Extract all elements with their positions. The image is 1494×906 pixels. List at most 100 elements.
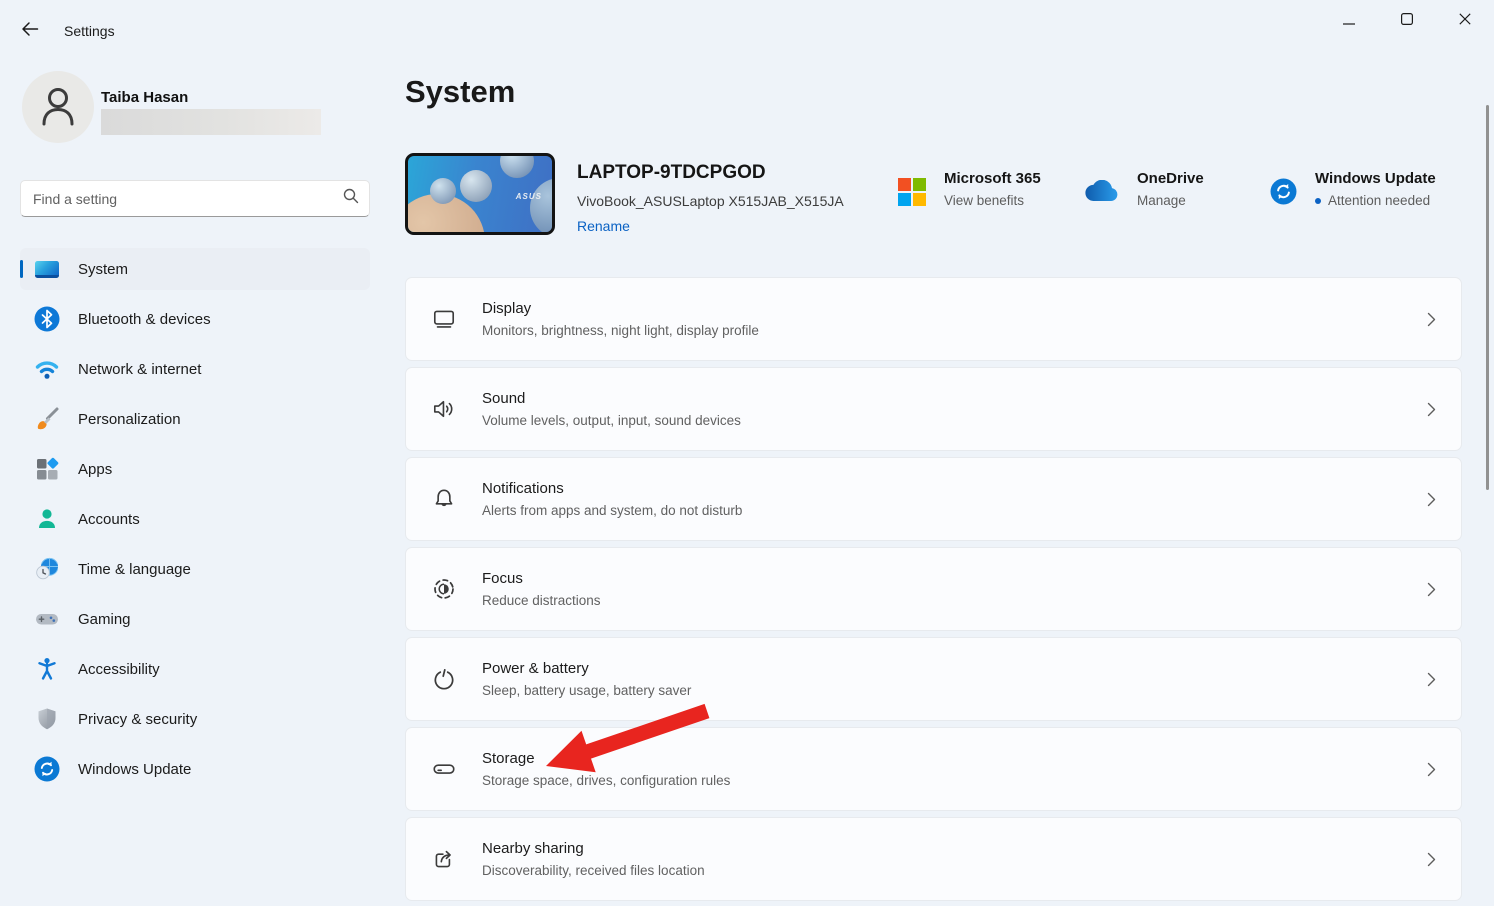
search-input[interactable] <box>33 191 343 207</box>
row-title: Storage <box>482 750 1421 767</box>
row-title: Display <box>482 300 1421 317</box>
thumbnail-bubble <box>530 178 555 235</box>
manage-link[interactable]: Manage <box>1137 193 1204 208</box>
row-title: Focus <box>482 570 1421 587</box>
row-focus[interactable]: Focus Reduce distractions <box>405 547 1462 631</box>
sidebar-item-privacy-security[interactable]: Privacy & security <box>20 698 370 740</box>
user-name: Taiba Hasan <box>101 89 188 106</box>
sidebar-item-gaming[interactable]: Gaming <box>20 598 370 640</box>
device-name: LAPTOP-9TDCPGOD <box>577 162 766 184</box>
maximize-button[interactable] <box>1378 0 1436 42</box>
quick-card-microsoft-365: Microsoft 365 View benefits <box>898 170 1041 208</box>
storage-icon <box>406 756 482 782</box>
back-arrow-icon <box>21 21 39 42</box>
privacy-security-icon <box>34 706 60 732</box>
row-subtitle: Volume levels, output, input, sound devi… <box>482 413 1421 428</box>
bluetooth-icon <box>34 306 60 332</box>
sidebar-item-bluetooth-devices[interactable]: Bluetooth & devices <box>20 298 370 340</box>
quick-card-title: OneDrive <box>1137 170 1204 187</box>
close-icon <box>1459 12 1471 30</box>
display-icon <box>406 306 482 332</box>
sidebar-item-label: Personalization <box>78 411 181 428</box>
row-nearby-sharing[interactable]: Nearby sharing Discoverability, received… <box>405 817 1462 901</box>
time-language-icon <box>34 556 60 582</box>
titlebar: Settings <box>0 0 1494 48</box>
thumbnail-bubble <box>430 178 456 204</box>
sidebar-item-accounts[interactable]: Accounts <box>20 498 370 540</box>
row-subtitle: Monitors, brightness, night light, displ… <box>482 323 1421 338</box>
row-notifications[interactable]: Notifications Alerts from apps and syste… <box>405 457 1462 541</box>
close-button[interactable] <box>1436 0 1494 42</box>
sidebar-item-windows-update[interactable]: Windows Update <box>20 748 370 790</box>
minimize-icon <box>1343 12 1355 30</box>
row-power-battery[interactable]: Power & battery Sleep, battery usage, ba… <box>405 637 1462 721</box>
back-button[interactable] <box>16 17 44 45</box>
chevron-right-icon <box>1421 852 1441 867</box>
apps-icon <box>34 456 60 482</box>
thumbnail-bubble <box>500 153 534 178</box>
gaming-icon <box>34 606 60 632</box>
row-storage[interactable]: Storage Storage space, drives, configura… <box>405 727 1462 811</box>
quick-card-title: Microsoft 365 <box>944 170 1041 187</box>
sidebar-item-label: System <box>78 261 128 278</box>
quick-card-windows-update: Windows Update Attention needed <box>1270 170 1436 210</box>
microsoft-365-logo <box>898 178 926 208</box>
system-icon <box>34 256 60 282</box>
sound-icon <box>406 396 482 422</box>
row-title: Power & battery <box>482 660 1421 677</box>
sidebar-nav: System Bluetooth & devices Network & int… <box>20 248 370 790</box>
device-thumbnail: ASUS <box>405 153 555 235</box>
sidebar-item-apps[interactable]: Apps <box>20 448 370 490</box>
windows-update-icon <box>34 756 60 782</box>
sidebar-item-label: Bluetooth & devices <box>78 311 211 328</box>
notifications-icon <box>406 486 482 512</box>
sidebar-item-network-internet[interactable]: Network & internet <box>20 348 370 390</box>
scrollbar-thumb[interactable] <box>1486 105 1489 490</box>
chevron-right-icon <box>1421 492 1441 507</box>
attention-status: Attention needed <box>1328 193 1430 208</box>
settings-rows: Display Monitors, brightness, night ligh… <box>405 277 1462 901</box>
nearby-sharing-icon <box>406 846 482 872</box>
sidebar-item-time-language[interactable]: Time & language <box>20 548 370 590</box>
row-subtitle: Sleep, battery usage, battery saver <box>482 683 1421 698</box>
focus-icon <box>406 576 482 602</box>
chevron-right-icon <box>1421 582 1441 597</box>
row-display[interactable]: Display Monitors, brightness, night ligh… <box>405 277 1462 361</box>
sidebar-item-label: Windows Update <box>78 761 191 778</box>
sidebar-item-label: Apps <box>78 461 112 478</box>
person-icon <box>38 84 78 131</box>
search-box[interactable] <box>20 180 370 217</box>
asus-logo: ASUS <box>516 192 542 201</box>
row-subtitle: Alerts from apps and system, do not dist… <box>482 503 1421 518</box>
sidebar-item-label: Accessibility <box>78 661 160 678</box>
row-subtitle: Storage space, drives, configuration rul… <box>482 773 1421 788</box>
maximize-icon <box>1401 12 1413 30</box>
power-icon <box>406 666 482 692</box>
quick-card-title: Windows Update <box>1315 170 1436 187</box>
row-title: Sound <box>482 390 1421 407</box>
minimize-button[interactable] <box>1320 0 1378 42</box>
accessibility-icon <box>34 656 60 682</box>
accounts-icon <box>34 506 60 532</box>
row-title: Notifications <box>482 480 1421 497</box>
sidebar-item-label: Gaming <box>78 611 131 628</box>
windows-update-icon <box>1270 178 1297 210</box>
sidebar-item-system[interactable]: System <box>20 248 370 290</box>
chevron-right-icon <box>1421 402 1441 417</box>
sidebar-item-personalization[interactable]: Personalization <box>20 398 370 440</box>
sidebar-item-accessibility[interactable]: Accessibility <box>20 648 370 690</box>
chevron-right-icon <box>1421 312 1441 327</box>
chevron-right-icon <box>1421 762 1441 777</box>
page-title: System <box>405 74 515 110</box>
chevron-right-icon <box>1421 672 1441 687</box>
sidebar-item-label: Privacy & security <box>78 711 197 728</box>
quick-card-onedrive: OneDrive Manage <box>1085 170 1204 208</box>
sidebar-item-label: Time & language <box>78 561 191 578</box>
row-subtitle: Reduce distractions <box>482 593 1421 608</box>
rename-link[interactable]: Rename <box>577 218 630 234</box>
row-sound[interactable]: Sound Volume levels, output, input, soun… <box>405 367 1462 451</box>
sidebar-item-label: Network & internet <box>78 361 201 378</box>
app-title: Settings <box>64 23 115 39</box>
view-benefits-link[interactable]: View benefits <box>944 193 1041 208</box>
redacted-email <box>101 109 321 135</box>
